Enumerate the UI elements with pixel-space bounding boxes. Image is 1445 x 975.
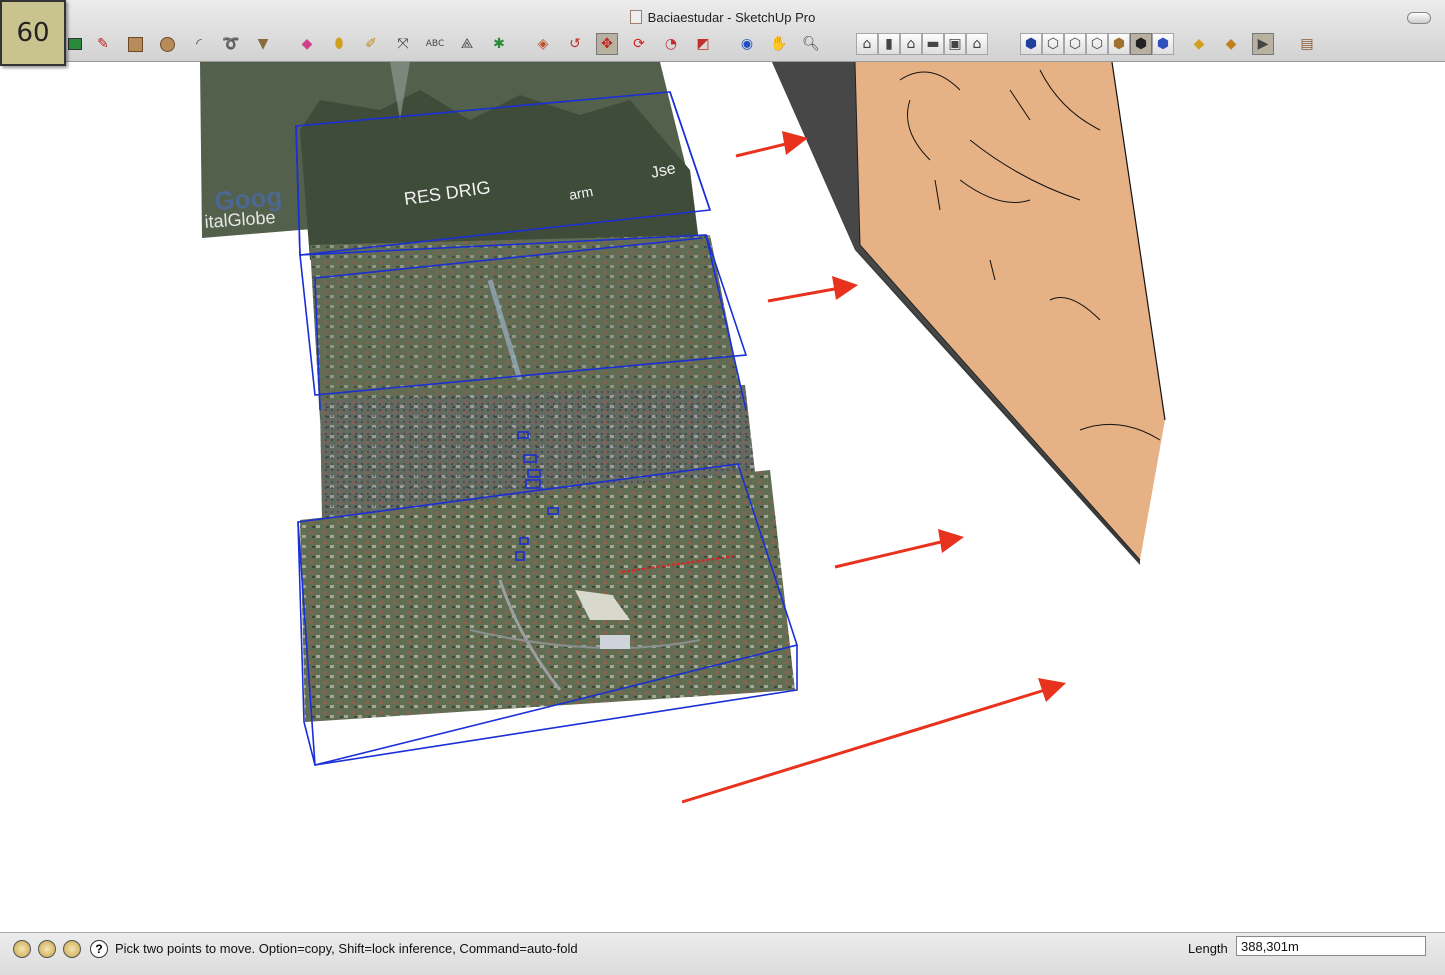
- top-view-icon[interactable]: ▮: [878, 33, 900, 55]
- rectangle-icon[interactable]: [124, 33, 146, 55]
- measurements-input[interactable]: [1236, 936, 1426, 956]
- axes-icon[interactable]: ⟁: [456, 33, 478, 55]
- toolbar: ✎ ◜ ➰ ▼ ◆ ⬮ ✐ ⤧ ABC ⟁ ✱ ◈ ↺ ✥ ⟳ ◔ ◩ ◉ ✋ …: [60, 33, 1440, 57]
- share-model-icon[interactable]: ◆: [1220, 33, 1242, 55]
- iso-view-icon[interactable]: ⌂: [856, 33, 878, 55]
- scale-icon[interactable]: ◔: [660, 33, 682, 55]
- freehand-icon[interactable]: ➰: [220, 33, 242, 55]
- status-message: Pick two points to move. Option=copy, Sh…: [115, 941, 578, 956]
- wireframe-icon[interactable]: ⬡: [1042, 33, 1064, 55]
- front-view-icon[interactable]: ⌂: [900, 33, 922, 55]
- user-icon[interactable]: [63, 940, 81, 958]
- xray-icon[interactable]: ⬢: [1020, 33, 1042, 55]
- pencil-icon[interactable]: ✎: [92, 33, 114, 55]
- tape-measure-icon[interactable]: ✐: [360, 33, 382, 55]
- circle-icon[interactable]: [156, 33, 178, 55]
- style-icon[interactable]: ⬢: [1152, 33, 1174, 55]
- components-icon[interactable]: ▶: [1252, 33, 1274, 55]
- window-title-text: Baciaestudar - SketchUp Pro: [647, 10, 816, 25]
- arrow-4: [681, 678, 1066, 804]
- hidden-line-icon[interactable]: ⬡: [1064, 33, 1086, 55]
- left-view-icon[interactable]: ⌂: [966, 33, 988, 55]
- orbit-icon[interactable]: ◉: [736, 33, 758, 55]
- paint-bucket-icon[interactable]: [64, 33, 86, 55]
- dimension-icon[interactable]: ⤧: [392, 33, 414, 55]
- follow-me-icon[interactable]: ◈: [532, 33, 554, 55]
- offset-icon[interactable]: ↺: [564, 33, 586, 55]
- 3d-viewport[interactable]: italGlobe Goog RES DRIG arm Jse: [7, 62, 1437, 932]
- 3d-text-icon[interactable]: ✱: [488, 33, 510, 55]
- document-icon: [629, 10, 642, 24]
- right-view-icon[interactable]: ▬: [922, 33, 944, 55]
- toolbar-toggle-button[interactable]: [1407, 12, 1431, 24]
- shaded-icon[interactable]: ⬡: [1086, 33, 1108, 55]
- geo-location-icon[interactable]: [13, 940, 31, 958]
- aerial-imagery[interactable]: [200, 62, 795, 722]
- measurements-label: Length: [1188, 941, 1228, 956]
- paint-icon[interactable]: ⬮: [328, 33, 350, 55]
- sketchup-window: Baciaestudar - SketchUp Pro ✎ ◜ ➰ ▼ ◆ ⬮ …: [0, 0, 1445, 975]
- eraser-icon[interactable]: ◆: [296, 33, 318, 55]
- section-plane-icon[interactable]: ◩: [692, 33, 714, 55]
- title-bar: Baciaestudar - SketchUp Pro ✎ ◜ ➰ ▼ ◆ ⬮ …: [0, 0, 1445, 62]
- window-title: Baciaestudar - SketchUp Pro: [0, 10, 1445, 25]
- pan-icon[interactable]: ✋: [768, 33, 790, 55]
- move-icon[interactable]: ✥: [596, 33, 618, 55]
- credits-icon[interactable]: [38, 940, 56, 958]
- arc-icon[interactable]: ◜: [188, 33, 210, 55]
- text-icon[interactable]: ABC: [424, 33, 446, 55]
- rotate-icon[interactable]: ⟳: [628, 33, 650, 55]
- get-models-icon[interactable]: ◆: [1188, 33, 1210, 55]
- monochrome-icon[interactable]: ⬢: [1130, 33, 1152, 55]
- slide-number-badge: 60: [0, 0, 66, 66]
- terrain-model[interactable]: [772, 62, 1166, 565]
- push-pull-icon[interactable]: ▼: [252, 33, 274, 55]
- help-icon[interactable]: ?: [90, 940, 108, 958]
- zoom-icon[interactable]: 🔍︎: [800, 33, 822, 55]
- arrow-3: [834, 529, 964, 569]
- slide-number: 60: [16, 18, 50, 48]
- arrow-1: [735, 131, 808, 158]
- layers-icon[interactable]: ▤: [1296, 33, 1318, 55]
- arrow-2: [767, 276, 858, 303]
- model-canvas[interactable]: italGlobe Goog RES DRIG arm Jse: [7, 62, 1437, 932]
- back-view-icon[interactable]: ▣: [944, 33, 966, 55]
- shaded-texture-icon[interactable]: ⬢: [1108, 33, 1130, 55]
- google-watermark: Goog: [213, 181, 283, 216]
- status-bar: ? Pick two points to move. Option=copy, …: [0, 932, 1445, 975]
